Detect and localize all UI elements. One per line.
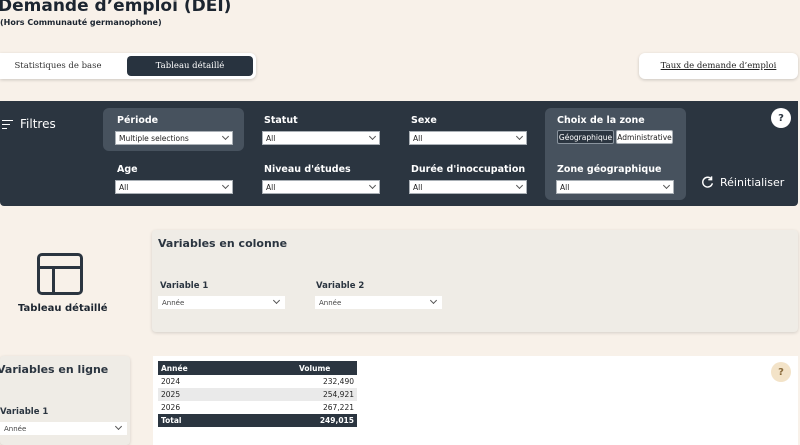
reset-label: Réinitialiser (720, 176, 785, 189)
col-variable1-label: Variable 1 (160, 281, 209, 291)
chevron-down-icon (515, 132, 524, 141)
sexe-label: Sexe (411, 115, 437, 126)
chevron-down-icon (429, 296, 438, 305)
statut-label: Statut (264, 115, 298, 126)
zone-geo-label: Zone géographique (557, 164, 662, 175)
statut-select[interactable]: All (262, 131, 380, 145)
age-value: All (119, 182, 129, 192)
niveau-select[interactable]: All (262, 180, 380, 194)
zone-geo-select[interactable]: All (556, 180, 674, 194)
age-select[interactable]: All (115, 180, 233, 194)
row-variable1-label: Variable 1 (0, 407, 49, 417)
filter-menu-icon (2, 119, 13, 129)
periode-value: Multiple selections (119, 133, 189, 143)
table-icon (37, 253, 83, 295)
zone-geo-value: All (560, 182, 570, 192)
table-cell: 2024 (161, 377, 181, 386)
zone-administrative-button[interactable]: Administrative (616, 130, 673, 144)
chevron-down-icon (221, 132, 230, 141)
col-variable1-value: Année (162, 298, 185, 307)
tableau-detaille-label: Tableau détaillé (18, 303, 108, 314)
tab-bar: Statistiques de base Tableau détaillé (0, 53, 256, 79)
age-label: Age (117, 164, 138, 175)
zone-geographique-button[interactable]: Géographique (557, 130, 614, 144)
variables-ligne-panel: Variables en ligne Variable 1 Année (0, 356, 130, 445)
reset-button[interactable]: Réinitialiser (701, 176, 784, 189)
niveau-value: All (266, 182, 276, 192)
variables-ligne-title: Variables en ligne (0, 363, 109, 376)
taux-demande-link[interactable]: Taux de demande d’emploi (639, 53, 798, 79)
variables-colonne-title: Variables en colonne (158, 237, 288, 250)
sexe-select[interactable]: All (409, 131, 527, 145)
table-cell: 2026 (161, 403, 181, 412)
page-title: Demande d’emploi (DEI) (0, 0, 232, 16)
row-variable1-select[interactable]: Année (0, 422, 127, 435)
chevron-down-icon (368, 132, 377, 141)
statut-value: All (266, 133, 276, 143)
total-label: Total (158, 414, 296, 427)
chevron-down-icon (662, 181, 671, 190)
row-variable1-value: Année (4, 424, 27, 433)
chevron-down-icon (272, 296, 281, 305)
duree-label: Durée d'inoccupation (411, 164, 526, 175)
filters-header[interactable]: Filtres (2, 117, 56, 131)
refresh-icon (702, 176, 714, 188)
duree-select[interactable]: All (409, 180, 527, 194)
table-cell: 267,221 (322, 403, 354, 412)
chevron-down-icon (221, 181, 230, 190)
column-header-volume[interactable]: Volume (296, 361, 357, 375)
help-button-results[interactable]: ? (771, 362, 791, 382)
periode-select[interactable]: Multiple selections (115, 131, 233, 145)
table-cell: 232,490 (322, 377, 354, 386)
variables-colonne-panel: Variables en colonne Variable 1 Année Va… (152, 230, 798, 332)
table-row: 2026 267,221 (158, 401, 357, 414)
total-value: 249,015 (296, 414, 357, 427)
col-variable2-value: Année (319, 298, 342, 307)
table-total-row: Total 249,015 (158, 414, 357, 427)
tab-tableau-detaille[interactable]: Tableau détaillé (127, 56, 253, 76)
chevron-down-icon (368, 181, 377, 190)
help-button[interactable]: ? (771, 108, 791, 128)
sexe-value: All (413, 133, 423, 143)
table-row: 2025 254,921 (158, 388, 357, 401)
page-subtitle: (Hors Communauté germanophone) (0, 18, 162, 27)
results-table: Année Volume 2024 232,490 2025 254,921 2… (158, 361, 357, 427)
zone-choice-label: Choix de la zone (557, 115, 645, 126)
periode-label: Période (117, 115, 159, 126)
niveau-label: Niveau d'études (264, 164, 351, 175)
col-variable1-select[interactable]: Année (158, 296, 285, 309)
table-cell: 2025 (158, 388, 296, 401)
table-row: 2024 232,490 (158, 375, 357, 388)
chevron-down-icon (114, 422, 123, 431)
col-variable2-select[interactable]: Année (315, 296, 442, 309)
table-header-row: Année Volume (158, 361, 357, 375)
tab-statistiques-de-base[interactable]: Statistiques de base (8, 56, 108, 76)
duree-value: All (413, 182, 423, 192)
table-cell: 254,921 (296, 388, 357, 401)
chevron-down-icon (515, 181, 524, 190)
filters-title: Filtres (20, 117, 56, 131)
column-header-annee[interactable]: Année (158, 361, 296, 375)
col-variable2-label: Variable 2 (316, 281, 365, 291)
